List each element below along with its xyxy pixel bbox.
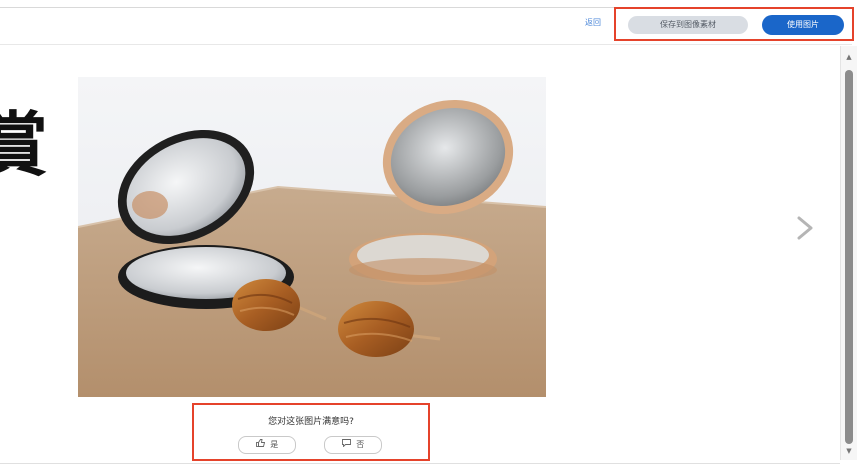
chevron-right-icon xyxy=(797,216,813,240)
feedback-panel: 您对这张图片满意吗? 是 否 xyxy=(192,403,430,461)
vertical-scrollbar[interactable]: ▲ ▼ xyxy=(840,46,857,460)
image-illustration xyxy=(78,77,546,397)
comment-icon xyxy=(341,439,354,449)
feedback-no-button[interactable]: 否 xyxy=(324,436,382,454)
page: 返回 保存到图像素材 使用图片 賞 ▲ ▼ 您对这张图片满意吗? 是 否 xyxy=(0,0,864,474)
feedback-yes-button[interactable]: 是 xyxy=(238,436,296,454)
top-toolbar: 返回 保存到图像素材 使用图片 xyxy=(0,0,854,45)
feedback-question: 您对这张图片满意吗? xyxy=(268,417,354,427)
feedback-yes-label: 是 xyxy=(270,440,279,449)
scroll-up-arrow-icon[interactable]: ▲ xyxy=(844,52,854,62)
scrollbar-thumb[interactable] xyxy=(845,70,853,444)
bottom-divider xyxy=(0,463,840,464)
feedback-no-label: 否 xyxy=(356,440,365,449)
generated-image[interactable] xyxy=(78,77,546,397)
action-buttons-group: 保存到图像素材 使用图片 xyxy=(614,7,854,41)
partial-heading-glyph: 賞 xyxy=(0,104,48,186)
use-image-button[interactable]: 使用图片 xyxy=(762,15,844,35)
scroll-down-arrow-icon[interactable]: ▼ xyxy=(844,446,854,456)
back-link[interactable]: 返回 xyxy=(585,17,601,28)
save-to-library-button[interactable]: 保存到图像素材 xyxy=(628,16,748,34)
thumbs-up-icon xyxy=(255,439,268,449)
next-image-button[interactable] xyxy=(790,208,820,248)
